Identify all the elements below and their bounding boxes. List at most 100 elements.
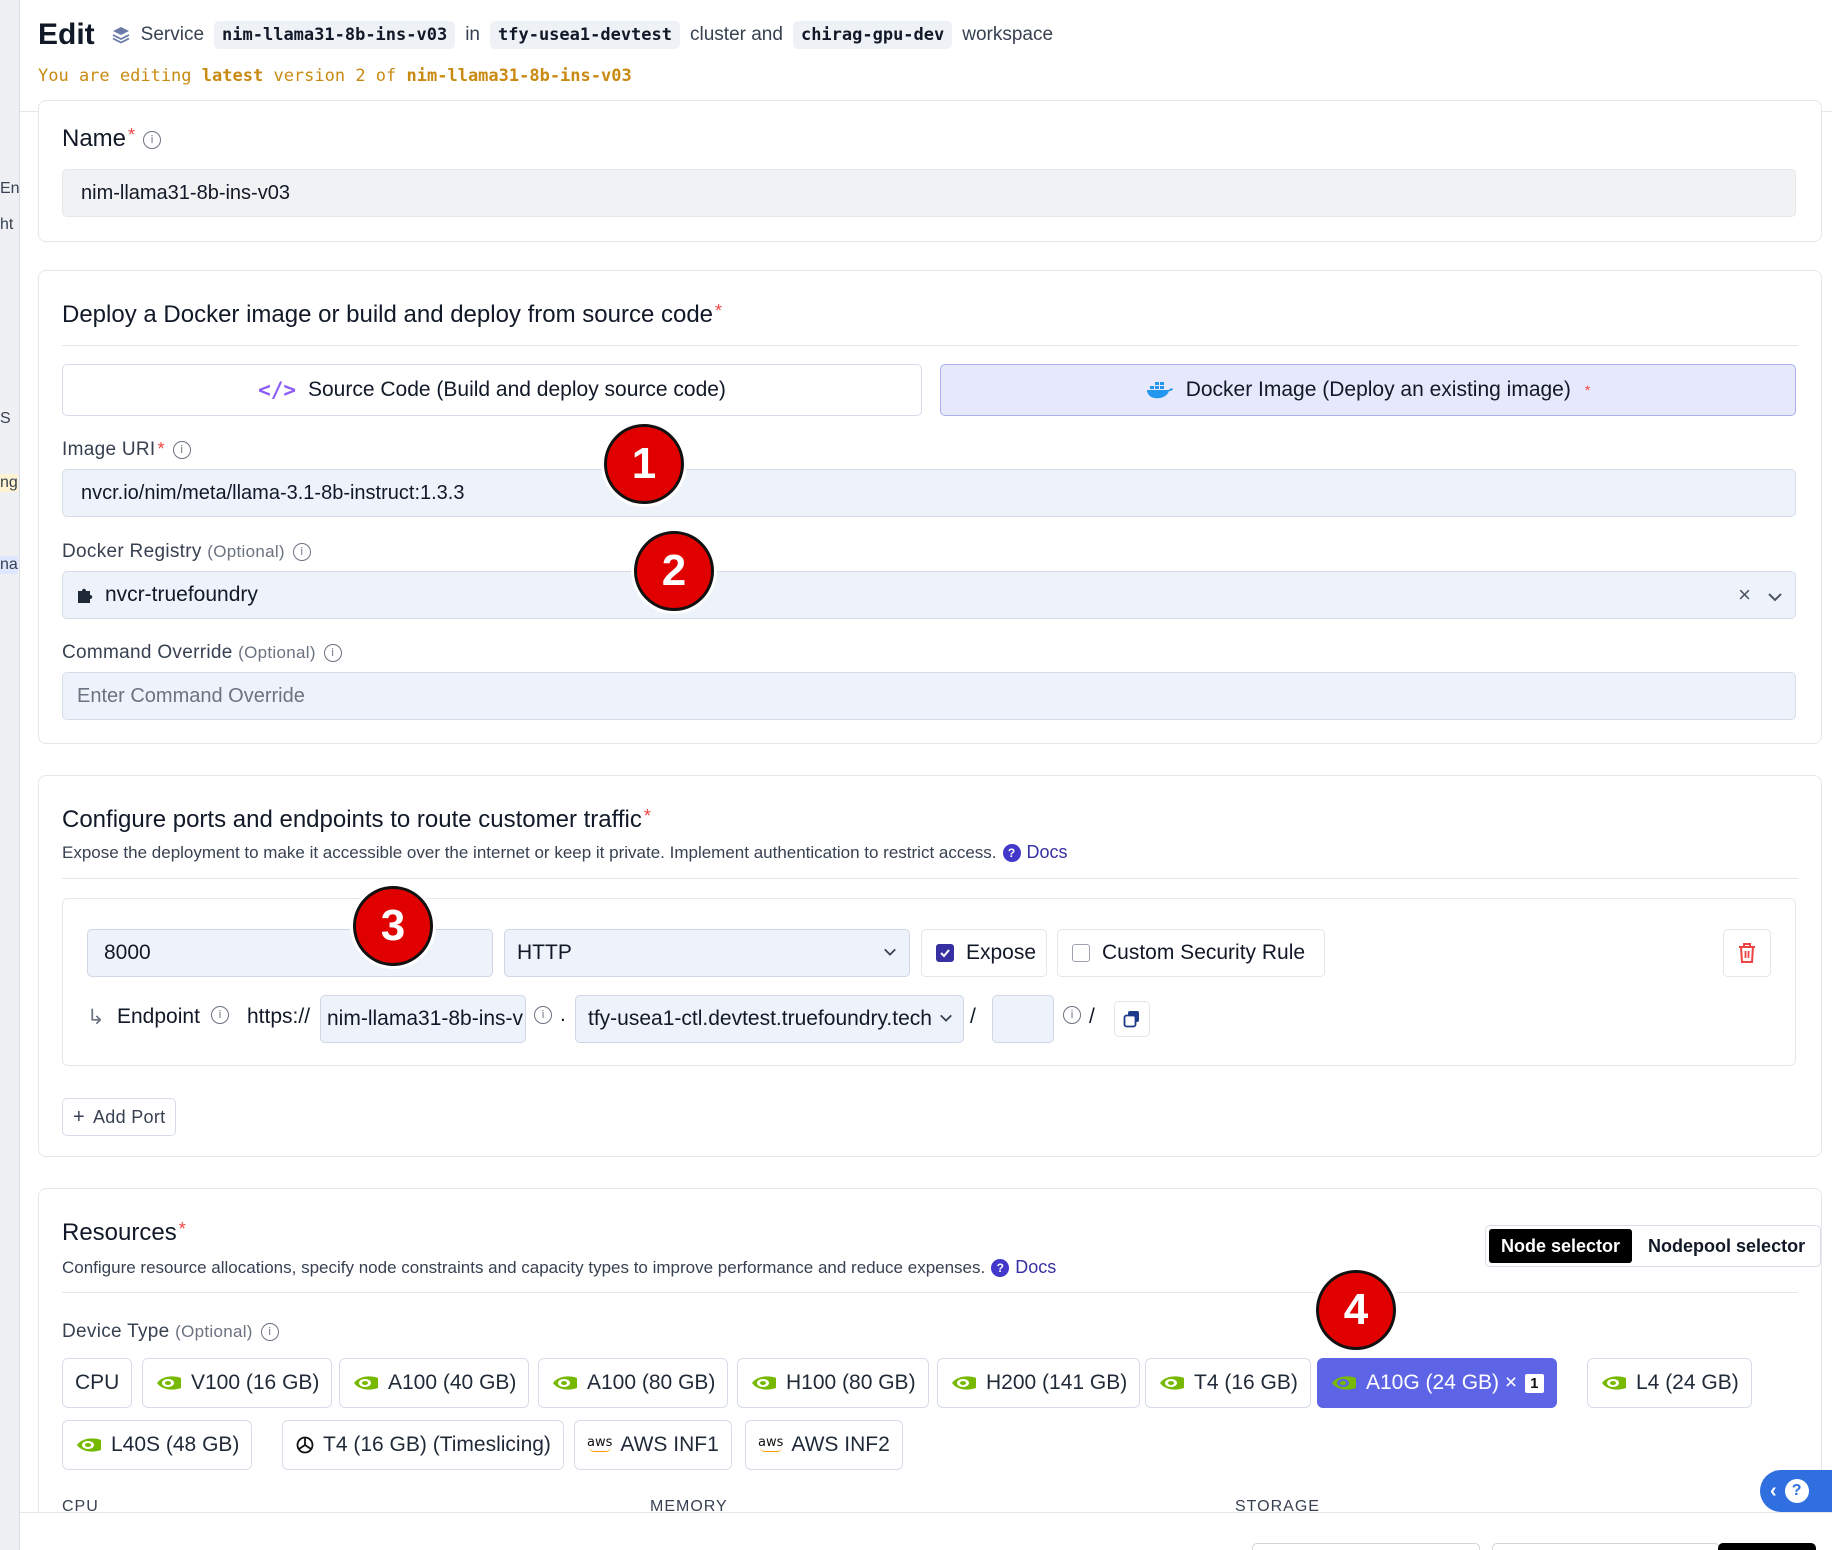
- protocol-select[interactable]: HTTP: [504, 929, 910, 977]
- header-breadcrumb: Edit Service nim-llama31-8b-ins-v03 in t…: [38, 18, 1053, 52]
- device-option-h200-141gb[interactable]: H200 (141 GB): [937, 1358, 1141, 1408]
- checkbox-checked-icon: [936, 944, 954, 962]
- device-label: H100 (80 GB): [786, 1371, 916, 1394]
- name-label: Name: [62, 125, 127, 152]
- deploy-title: Deploy a Docker image or build and deplo…: [62, 301, 714, 328]
- version-notice: You are editing latest version 2 of nim-…: [38, 66, 632, 86]
- device-option-t4-timeslicing[interactable]: T4 (16 GB) (Timeslicing): [282, 1420, 564, 1470]
- expose-checkbox[interactable]: Expose: [921, 929, 1047, 977]
- sub-row-arrow-icon: ↳: [87, 1006, 105, 1029]
- chevron-down-icon[interactable]: [1767, 589, 1783, 605]
- device-label: V100 (16 GB): [191, 1371, 320, 1394]
- endpoint-slash: /: [970, 1005, 976, 1028]
- nodepool-selector-tab[interactable]: Nodepool selector: [1636, 1229, 1817, 1263]
- image-uri-input[interactable]: nvcr.io/nim/meta/llama-3.1-8b-instruct:1…: [62, 469, 1796, 517]
- selector-mode-toggle: Node selector Nodepool selector: [1485, 1225, 1822, 1267]
- docker-image-label: Docker Image (Deploy an existing image): [1185, 378, 1571, 401]
- annotation-badge-1: 1: [604, 424, 684, 504]
- docs-link[interactable]: Docs: [1027, 842, 1068, 863]
- info-icon[interactable]: i: [172, 440, 191, 459]
- cluster-text: cluster and: [690, 24, 783, 45]
- puzzle-icon: [78, 588, 93, 603]
- docker-registry-heading: Docker Registry (Optional) i: [62, 541, 311, 563]
- info-icon[interactable]: i: [260, 1322, 279, 1341]
- version-notice-prefix: You are editing: [38, 66, 192, 86]
- port-number-input[interactable]: 8000: [87, 929, 493, 977]
- page-title: Edit: [38, 18, 95, 51]
- add-port-button[interactable]: + Add Port: [62, 1098, 177, 1136]
- device-option-l4-24gb[interactable]: L4 (24 GB): [1587, 1358, 1752, 1408]
- device-option-a10g-24gb[interactable]: A10G (24 GB) × 1: [1317, 1358, 1557, 1408]
- info-icon[interactable]: i: [534, 1006, 552, 1024]
- layers-icon: [112, 27, 130, 44]
- device-count[interactable]: 1: [1525, 1373, 1544, 1393]
- device-type-label: Device Type: [62, 1321, 170, 1342]
- required-marker: *: [178, 1219, 186, 1239]
- device-option-a100-40gb[interactable]: A100 (40 GB): [339, 1358, 530, 1408]
- nvidia-icon: [752, 1376, 776, 1390]
- docs-link[interactable]: Docs: [1015, 1257, 1056, 1278]
- clear-icon[interactable]: ×: [1738, 582, 1751, 608]
- divider: [62, 878, 1798, 879]
- nvidia-icon: [553, 1376, 577, 1390]
- device-option-aws-inf1[interactable]: aws AWS INF1: [574, 1420, 732, 1470]
- device-option-l40s-48gb[interactable]: L40S (48 GB): [62, 1420, 253, 1470]
- required-marker: *: [1584, 382, 1591, 398]
- delete-port-button[interactable]: [1723, 929, 1771, 977]
- submit-button[interactable]: [1718, 1543, 1816, 1550]
- copy-icon: [1123, 1011, 1139, 1028]
- help-icon: ?: [1784, 1479, 1809, 1503]
- source-code-label: Source Code (Build and deploy source cod…: [308, 378, 726, 401]
- device-option-a100-80gb[interactable]: A100 (80 GB): [538, 1358, 729, 1408]
- docker-image-toggle[interactable]: Docker Image (Deploy an existing image) *: [940, 364, 1796, 416]
- device-option-h100-80gb[interactable]: H100 (80 GB): [737, 1358, 929, 1408]
- endpoint-host-input[interactable]: nim-llama31-8b-ins-v: [320, 995, 526, 1043]
- resources-title: Resources: [62, 1219, 177, 1246]
- optional-tag: (Optional): [238, 643, 316, 662]
- trash-icon: [1739, 943, 1755, 963]
- custom-security-rule-checkbox[interactable]: Custom Security Rule: [1057, 929, 1325, 977]
- background-text: ht: [0, 216, 14, 233]
- copy-endpoint-button[interactable]: [1114, 1001, 1150, 1037]
- docker-registry-select[interactable]: nvcr-truefoundry ×: [62, 571, 1796, 619]
- nvidia-icon: [952, 1376, 976, 1390]
- device-type-heading: Device Type (Optional) i: [62, 1321, 279, 1343]
- annotation-badge-4: 4: [1316, 1270, 1396, 1350]
- info-icon[interactable]: i: [323, 643, 342, 662]
- name-field[interactable]: nim-llama31-8b-ins-v03: [62, 169, 1796, 217]
- deploy-heading: Deploy a Docker image or build and deplo…: [62, 301, 722, 329]
- resource-type: Service: [140, 24, 205, 45]
- docker-icon: [1146, 382, 1173, 399]
- background-text: En: [0, 180, 20, 197]
- cluster-name-chip: tfy-usea1-devtest: [490, 21, 680, 49]
- command-override-label: Command Override: [62, 642, 233, 663]
- ports-title: Configure ports and endpoints to route c…: [62, 806, 642, 833]
- endpoint-domain-select[interactable]: tfy-usea1-ctl.devtest.truefoundry.tech: [575, 995, 964, 1043]
- help-widget-button[interactable]: ‹ ?: [1760, 1470, 1832, 1512]
- device-option-aws-inf2[interactable]: aws AWS INF2: [745, 1420, 903, 1470]
- source-code-toggle[interactable]: </> Source Code (Build and deploy source…: [62, 364, 922, 416]
- node-selector-tab[interactable]: Node selector: [1489, 1229, 1633, 1263]
- nvidia-icon: [1160, 1376, 1184, 1390]
- info-icon[interactable]: i: [143, 130, 162, 149]
- footer-button[interactable]: [1252, 1543, 1480, 1550]
- ports-description-text: Expose the deployment to make it accessi…: [62, 842, 997, 862]
- device-option-t4-16gb[interactable]: T4 (16 GB): [1145, 1358, 1311, 1408]
- command-override-input[interactable]: Enter Command Override: [62, 672, 1796, 720]
- required-marker: *: [643, 806, 651, 826]
- chevron-down-icon: [940, 1014, 952, 1022]
- ports-heading: Configure ports and endpoints to route c…: [62, 806, 651, 834]
- in-text: in: [465, 24, 480, 45]
- optional-tag: (Optional): [175, 1322, 253, 1341]
- info-icon[interactable]: i: [211, 1006, 229, 1024]
- resources-description-text: Configure resource allocations, specify …: [62, 1257, 986, 1277]
- device-option-v100-16gb[interactable]: V100 (16 GB): [142, 1358, 333, 1408]
- endpoint-path-input[interactable]: [992, 995, 1054, 1043]
- image-uri-label: Image URI: [62, 439, 156, 460]
- info-icon[interactable]: i: [1063, 1006, 1081, 1024]
- port-row: 8000 HTTP Expose Custom Security Rule ↳ …: [62, 898, 1796, 1066]
- info-icon[interactable]: i: [292, 542, 311, 561]
- endpoint-dot: .: [560, 1003, 566, 1026]
- device-option-cpu[interactable]: CPU: [62, 1358, 133, 1408]
- footer-button[interactable]: [1492, 1543, 1720, 1550]
